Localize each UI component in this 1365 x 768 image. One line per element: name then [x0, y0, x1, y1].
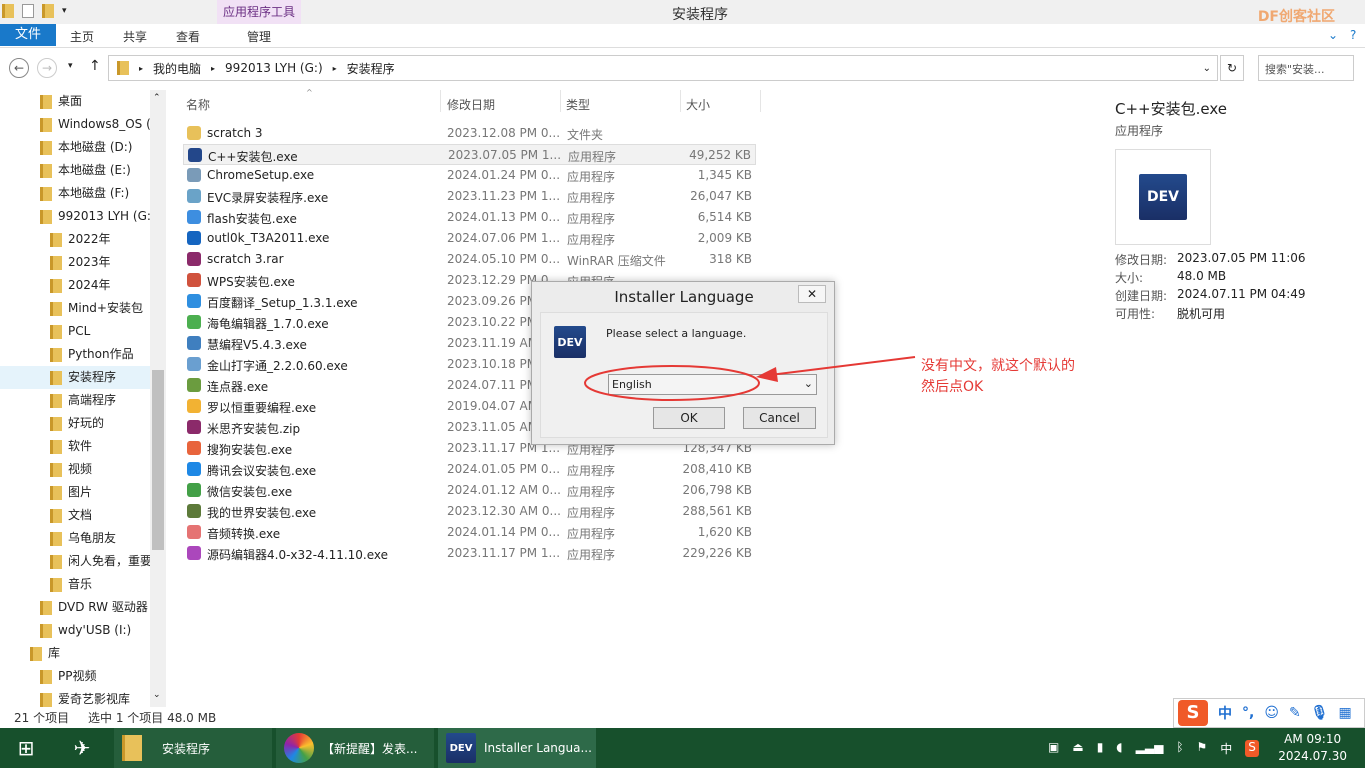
annotation-overlay	[584, 356, 916, 401]
emoji-icon[interactable]: ☺	[1264, 705, 1279, 721]
clock-date: 2024.07.30	[1278, 749, 1347, 763]
folder-icon	[122, 735, 142, 761]
bluetooth-icon[interactable]: ᛒ	[1176, 740, 1183, 757]
taskbar-item-installer[interactable]: DEV Installer Langua...	[438, 728, 596, 768]
ime-mode-toggle[interactable]: 中	[1218, 703, 1232, 723]
ime-punct-toggle[interactable]: °,	[1242, 705, 1254, 721]
microphone-icon[interactable]: 🎙	[1311, 705, 1329, 721]
grid-menu-icon[interactable]: ▦	[1338, 705, 1351, 721]
annotation-line: 然后点OK	[921, 379, 984, 395]
battery-icon[interactable]: ▮	[1097, 740, 1104, 757]
pen-icon[interactable]: ✎	[1289, 705, 1301, 721]
start-button[interactable]: ⊞	[0, 728, 52, 768]
system-tray: ▣ ⏏ ▮ ◖ ▂▃▅ ᛒ ⚑ 中 S	[1048, 740, 1259, 757]
action-center-flag-icon[interactable]: ⚑	[1197, 740, 1208, 757]
browser-icon	[284, 733, 314, 763]
taskbar-item-explorer[interactable]: 安装程序	[114, 728, 272, 768]
highlight-ellipse	[584, 365, 760, 401]
taskbar: ⊞ ✈ 安装程序 【新提醒】发表... DEV Installer Langua.…	[0, 728, 1365, 768]
devcpp-logo-icon: DEV	[446, 733, 476, 763]
clock[interactable]: AM 09:10 2024.07.30	[1278, 731, 1347, 765]
status-bar: 21 个项目 选中 1 个项目 48.0 MB	[0, 707, 1170, 727]
taskbar-label: 安装程序	[162, 741, 211, 756]
usb-eject-icon[interactable]: ⏏	[1072, 740, 1083, 757]
pinned-app-icon[interactable]: ✈	[58, 728, 106, 768]
sogou-logo-icon[interactable]: S	[1178, 700, 1208, 726]
arrow-head	[756, 367, 778, 382]
item-count: 21 个项目	[14, 711, 70, 725]
taskbar-label: Installer Langua...	[484, 741, 592, 755]
annotation-text: 没有中文，就这个默认的 然后点OK	[921, 356, 1075, 398]
input-language-indicator[interactable]: 中	[1220, 740, 1232, 757]
annotation-arrow	[769, 356, 916, 376]
taskbar-item-browser[interactable]: 【新提醒】发表...	[276, 728, 434, 768]
network-tray-icon[interactable]: ▣	[1048, 740, 1059, 757]
sogou-tray-icon[interactable]: S	[1245, 740, 1259, 757]
ime-toolbar: S 中 °, ☺ ✎ 🎙 ▦	[1173, 698, 1365, 728]
clock-time: AM 09:10	[1284, 732, 1342, 746]
annotation-line: 没有中文，就这个默认的	[921, 358, 1075, 374]
signal-icon[interactable]: ▂▃▅	[1136, 740, 1164, 757]
volume-icon[interactable]: ◖	[1116, 740, 1122, 757]
selection-info: 选中 1 个项目 48.0 MB	[88, 711, 217, 725]
taskbar-label: 【新提醒】发表...	[322, 741, 418, 756]
